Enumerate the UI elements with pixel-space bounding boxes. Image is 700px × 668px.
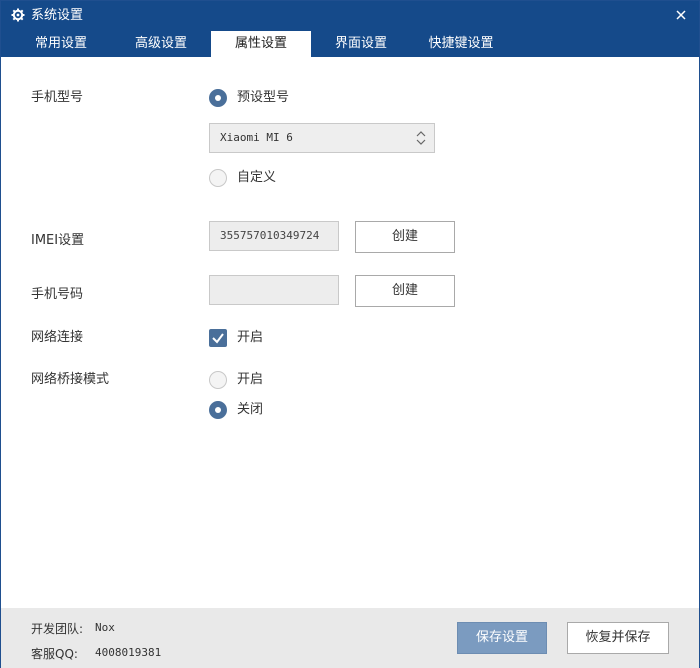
check-icon <box>212 333 224 344</box>
network-label: 网络连接 <box>31 330 84 345</box>
close-icon[interactable] <box>673 7 689 23</box>
bridge-mode-label: 网络桥接模式 <box>31 372 110 387</box>
gear-icon <box>11 8 25 22</box>
restore-and-save-button[interactable]: 恢复并保存 <box>567 622 669 654</box>
tab-shortcuts[interactable]: 快捷键设置 <box>411 31 511 57</box>
team-label: 开发团队: <box>31 622 84 636</box>
imei-field[interactable]: 355757010349724 <box>209 221 339 251</box>
tab-advanced[interactable]: 高级设置 <box>111 31 211 57</box>
preset-model-label: 预设型号 <box>237 90 290 105</box>
tab-general[interactable]: 常用设置 <box>11 31 111 57</box>
window-title: 系统设置 <box>31 8 84 23</box>
settings-window: 系统设置 常用设置 高级设置 属性设置 界面设置 快捷键设置 手机型号 预设型号… <box>0 0 700 668</box>
chevron-updown-icon <box>416 131 426 145</box>
custom-model-radio[interactable] <box>209 169 227 187</box>
custom-model-label: 自定义 <box>237 170 277 185</box>
tab-properties[interactable]: 属性设置 <box>211 31 311 57</box>
phone-number-label: 手机号码 <box>31 287 84 302</box>
title-bar: 系统设置 常用设置 高级设置 属性设置 界面设置 快捷键设置 <box>1 1 699 57</box>
bridge-on-label: 开启 <box>237 372 264 387</box>
imei-label: IMEI设置 <box>31 233 85 248</box>
tab-interface[interactable]: 界面设置 <box>311 31 411 57</box>
qq-value: 4008019381 <box>95 646 162 659</box>
create-phone-number-button[interactable]: 创建 <box>355 275 455 307</box>
network-checkbox-label: 开启 <box>237 330 264 345</box>
bridge-off-radio[interactable] <box>209 401 227 419</box>
phone-model-value: Xiaomi MI 6 <box>220 131 293 144</box>
bridge-on-radio[interactable] <box>209 371 227 389</box>
phone-model-label: 手机型号 <box>31 90 84 105</box>
settings-tabs: 常用设置 高级设置 属性设置 界面设置 快捷键设置 <box>1 31 699 57</box>
bridge-off-label: 关闭 <box>237 402 264 417</box>
preset-model-radio[interactable] <box>209 89 227 107</box>
save-settings-button[interactable]: 保存设置 <box>457 622 547 654</box>
team-value: Nox <box>95 621 115 634</box>
create-imei-button[interactable]: 创建 <box>355 221 455 253</box>
phone-number-field[interactable] <box>209 275 339 305</box>
network-checkbox[interactable] <box>209 329 227 347</box>
qq-label: 客服QQ: <box>31 647 78 661</box>
phone-model-select[interactable]: Xiaomi MI 6 <box>209 123 435 153</box>
footer: 开发团队: Nox 客服QQ: 4008019381 保存设置 恢复并保存 <box>1 608 699 668</box>
